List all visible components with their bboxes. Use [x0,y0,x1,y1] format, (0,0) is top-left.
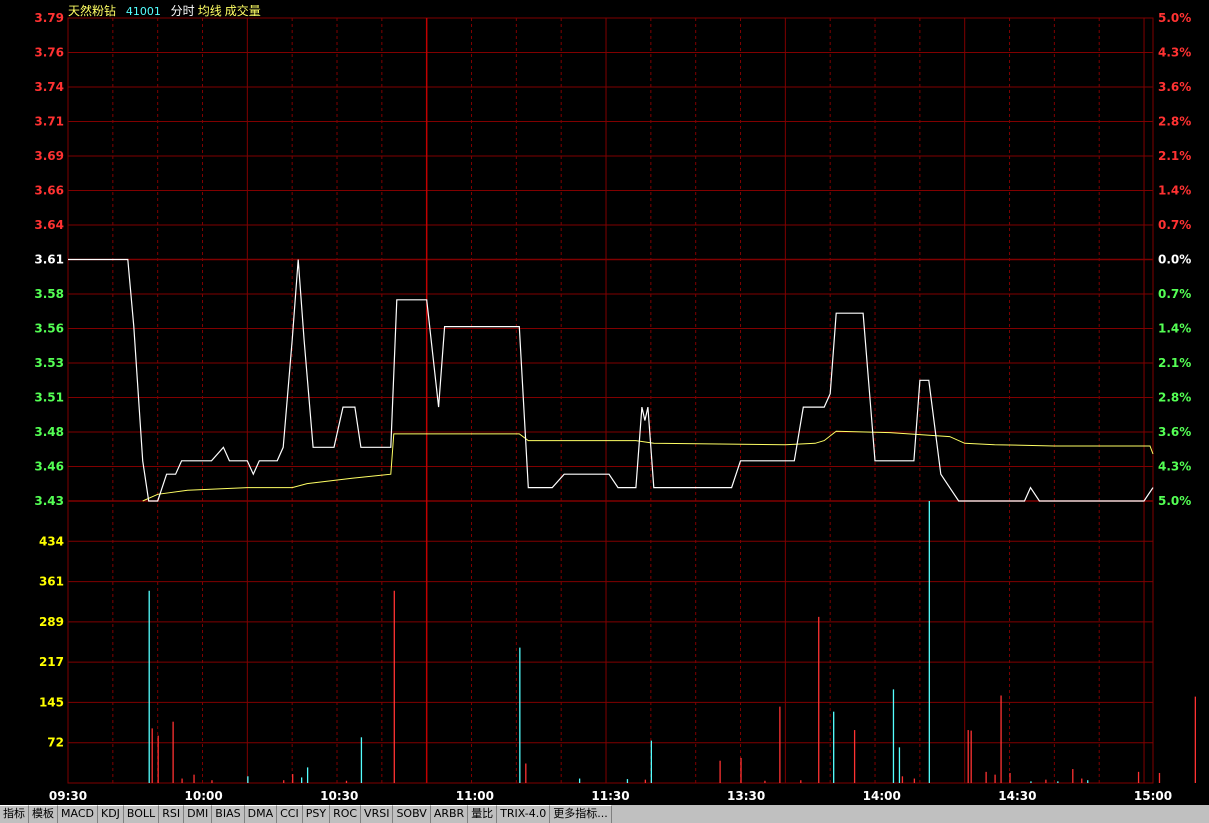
indicator-tab[interactable]: RSI [159,805,185,823]
volume-axis-label: 361 [39,575,64,589]
pct-axis-label: 2.1% [1158,356,1191,370]
time-axis-label: 13:30 [727,789,765,803]
stock-name: 天然粉钻 [68,4,117,18]
time-axis-label: 14:30 [998,789,1036,803]
price-axis-label: 3.53 [34,356,64,370]
indicator-tab[interactable]: 指标 [0,805,29,823]
indicator-tab[interactable]: ARBR [430,805,469,823]
price-axis-label: 3.76 [34,46,64,60]
indicator-tab[interactable]: BOLL [123,805,160,823]
price-axis-label: 3.64 [34,218,64,232]
mode-label: 分时 [170,4,195,18]
price-axis-label: 3.46 [34,460,64,474]
indicator-tab[interactable]: DMA [244,805,278,823]
price-axis-label: 3.79 [34,11,64,25]
pct-axis-label: 0.7% [1158,218,1191,232]
indicator-tab[interactable]: ROC [330,805,362,823]
pct-axis-label: 1.4% [1158,322,1191,336]
price-axis-label: 3.43 [34,494,64,508]
indicator-tab[interactable]: PSY [302,805,331,823]
time-axis-label: 14:00 [863,789,901,803]
price-axis-label: 3.58 [34,287,64,301]
pct-axis-label: 2.8% [1158,391,1191,405]
price-axis-label: 3.69 [34,149,64,163]
indicator-tab[interactable]: BIAS [212,805,245,823]
price-axis-label: 3.74 [34,80,64,94]
price-line [68,258,1154,502]
pct-axis-label: 2.1% [1158,149,1191,163]
price-axis-label: 3.66 [34,184,64,198]
time-axis-label: 10:00 [185,789,223,803]
price-axis-label: 3.51 [34,391,64,405]
pct-axis-label: 0.7% [1158,287,1191,301]
indicator-tab[interactable]: CCI [277,805,303,823]
price-axis-label: 3.61 [34,253,64,267]
time-axis-label: 10:30 [320,789,358,803]
intraday-chart[interactable]: 3.79 5.0% 3.76 4.3% 3.74 3.6% 3.71 2.8% 3.69 2.1%… [0,0,1209,803]
time-axis-label: 11:30 [591,789,629,803]
volume-label: 成交量 [224,4,261,18]
pct-axis-label: 4.3% [1158,460,1191,474]
time-axis-label: 11:00 [456,789,494,803]
indicator-tab[interactable]: 模板 [29,805,58,823]
pct-axis-label: 5.0% [1158,494,1191,508]
volume-axis-label: 434 [39,534,64,548]
stock-code: 41001 [125,5,161,18]
indicator-tab[interactable]: DMI [184,805,213,823]
price-axis-label: 3.71 [34,115,64,129]
indicator-tab[interactable]: TRIX-4.0 [497,805,551,823]
price-axis-label: 3.56 [34,322,64,336]
indicator-tab[interactable]: SOBV [393,805,431,823]
pct-axis-label: 3.6% [1158,425,1191,439]
indicator-tab[interactable]: MACD [58,805,98,823]
indicator-tab-bar: 指标 模板 MACD KDJ BOLL RSI DMI BIAS DMA CCI PSY ROC VRS… [0,805,1209,823]
indicator-tab[interactable]: VRSI [361,805,394,823]
volume-axis-label: 72 [47,736,64,750]
volume-axis-label: 289 [39,615,64,629]
pct-axis-label: 0.0% [1158,253,1191,267]
pct-axis-label: 1.4% [1158,184,1191,198]
volume-axis-label: 145 [39,695,64,709]
pct-axis-label: 5.0% [1158,11,1191,25]
time-axis-label: 15:00 [1134,789,1172,803]
price-axis-label: 3.48 [34,425,64,439]
volume-axis-label: 217 [39,655,64,669]
chart-canvas[interactable]: 3.79 5.0% 3.76 4.3% 3.74 3.6% 3.71 2.8% 3.69 2.1%… [0,0,1209,803]
pct-axis-label: 3.6% [1158,80,1191,94]
indicator-tab[interactable]: KDJ [97,805,124,823]
indicator-tab[interactable]: 更多指标... [550,805,612,823]
pct-axis-label: 2.8% [1158,115,1191,129]
indicator-tab[interactable]: 量比 [468,805,498,823]
avg-label: 均线 [197,4,222,18]
pct-axis-label: 4.3% [1158,46,1191,60]
chart-title-bar: 天然粉钻 41001 分时 均线 成交量 [68,3,267,19]
chart-frame [67,17,1154,784]
time-axis-label: 09:30 [49,789,87,803]
